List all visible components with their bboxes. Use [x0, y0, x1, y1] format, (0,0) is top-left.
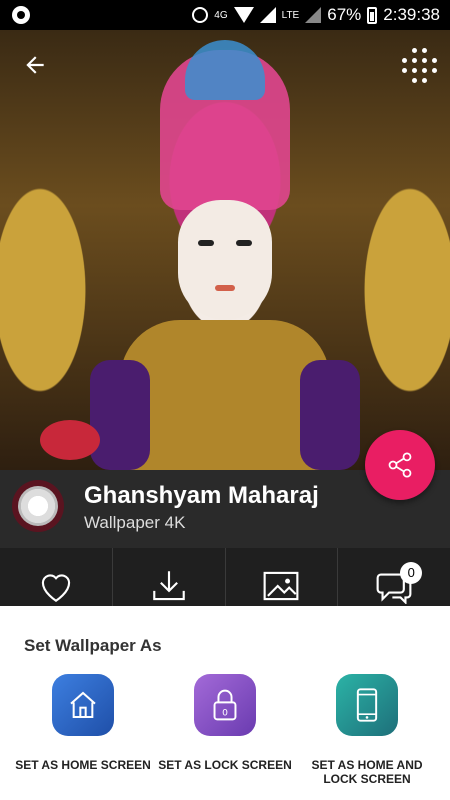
battery-icon	[367, 6, 378, 24]
download-button[interactable]	[113, 548, 226, 606]
wifi-icon	[233, 7, 254, 23]
wallpaper-preview-image	[0, 30, 450, 470]
sheet-title: Set Wallpaper As	[24, 636, 162, 655]
lock-icon: 0	[213, 689, 237, 721]
set-home-and-lock-label: SET AS HOME AND LOCK SCREEN	[311, 758, 423, 786]
notification-icon	[12, 6, 30, 24]
status-bar: 4G LTE 67% 2:39:38	[0, 0, 450, 30]
alarm-icon	[192, 7, 209, 23]
lock-screen-tile[interactable]: 0	[194, 674, 256, 736]
share-icon	[388, 452, 412, 478]
lock-icon-digit: 0	[222, 708, 228, 718]
set-lock-screen-option[interactable]: 0 SET AS LOCK SCREEN	[155, 674, 295, 772]
lte-label: LTE	[281, 9, 300, 21]
set-lock-screen-label: SET AS LOCK SCREEN	[158, 758, 292, 772]
favorite-button[interactable]	[0, 548, 113, 606]
wallpaper-title: Ghanshyam Maharaj	[84, 482, 319, 509]
heart-icon	[41, 574, 71, 602]
wallpaper-subtitle: Wallpaper 4K	[84, 513, 186, 532]
comments-button[interactable]: 0	[338, 548, 450, 606]
home-screen-tile[interactable]	[52, 674, 114, 736]
avatar	[12, 480, 64, 532]
battery-percent: 67%	[327, 5, 362, 24]
action-row: 0	[0, 548, 450, 606]
home-icon	[70, 691, 96, 718]
home-and-lock-tile[interactable]	[336, 674, 398, 736]
phone-icon	[356, 688, 378, 722]
set-home-screen-label: SET AS HOME SCREEN	[15, 758, 151, 772]
set-wallpaper-button[interactable]	[226, 548, 339, 606]
signal-secondary-icon	[305, 7, 322, 23]
set-home-screen-option[interactable]: SET AS HOME SCREEN	[13, 674, 153, 772]
share-button[interactable]	[365, 430, 435, 500]
set-home-and-lock-option[interactable]: SET AS HOME AND LOCK SCREEN	[297, 674, 437, 786]
dots-grid-icon[interactable]	[396, 44, 437, 84]
status-icons: 4G LTE 67% 2:39:38	[192, 0, 440, 30]
network-type-label: 4G	[214, 9, 228, 21]
set-wallpaper-sheet: Set Wallpaper As SET AS HOME SCREEN 0 SE…	[0, 606, 450, 800]
back-arrow-icon[interactable]	[22, 52, 50, 80]
signal-icon	[259, 7, 276, 23]
status-time: 2:39:38	[383, 5, 440, 24]
download-icon	[152, 571, 185, 601]
comments-count-badge: 0	[400, 562, 423, 584]
image-icon	[263, 571, 299, 601]
